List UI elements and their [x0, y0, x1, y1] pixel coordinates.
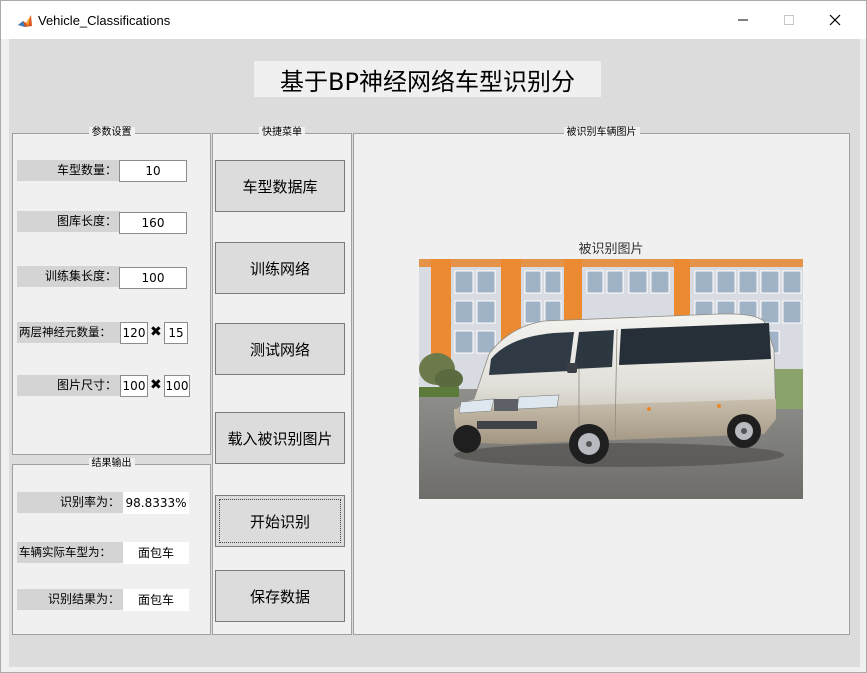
figure-area: 基于BP神经网络车型识别分 参数设置 车型数量： 10 图库长度： 160 训练…: [9, 39, 860, 667]
training-length-input[interactable]: 100: [119, 267, 187, 289]
page-title: 基于BP神经网络车型识别分: [254, 61, 601, 97]
image-width-input[interactable]: 100: [120, 375, 148, 397]
actual-type-label: 车辆实际车型为：: [17, 542, 123, 563]
vehicle-types-label: 车型数量：: [17, 160, 120, 181]
actual-type-value: 面包车: [123, 542, 189, 564]
training-length-label: 训练集长度：: [17, 266, 120, 287]
image-size-label: 图片尺寸：: [17, 375, 120, 396]
times-icon: ✖: [150, 377, 162, 393]
window-title: Vehicle_Classifications: [38, 13, 171, 28]
matlab-icon: [18, 15, 32, 27]
test-network-button[interactable]: 测试网络: [215, 323, 345, 375]
app-window: Vehicle_Classifications 基于BP神经网络车型识别分 参数…: [0, 0, 867, 673]
vehicle-database-button[interactable]: 车型数据库: [215, 160, 345, 212]
start-recognition-button[interactable]: 开始识别: [215, 495, 345, 547]
image-height-input[interactable]: 100: [164, 375, 190, 397]
result-type-value: 面包车: [123, 589, 189, 611]
times-icon: ✖: [150, 324, 162, 340]
minimize-icon: [738, 19, 748, 21]
load-image-button[interactable]: 载入被识别图片: [215, 412, 345, 464]
neurons-layer2-input[interactable]: 15: [164, 322, 188, 344]
maximize-icon: [784, 15, 794, 25]
title-bar: Vehicle_Classifications: [1, 1, 866, 39]
recognition-rate-label: 识别率为：: [17, 492, 123, 513]
results-panel-title: 结果输出: [88, 458, 135, 469]
vehicle-image: [419, 259, 803, 499]
params-panel-title: 参数设置: [88, 127, 135, 138]
neurons-label: 两层神经元数量：: [17, 322, 120, 343]
maximize-button[interactable]: [766, 1, 812, 39]
save-data-button[interactable]: 保存数据: [215, 570, 345, 622]
recognition-rate-value: 98.8333%: [123, 492, 189, 514]
vehicle-types-input[interactable]: 10: [119, 160, 187, 182]
image-panel-title: 被识别车辆图片: [563, 127, 640, 138]
params-panel: 参数设置 车型数量： 10 图库长度： 160 训练集长度： 100 两层神经元…: [12, 127, 211, 455]
axes-title: 被识别图片: [578, 242, 644, 257]
close-button[interactable]: [812, 1, 858, 39]
library-length-input[interactable]: 160: [119, 212, 187, 234]
neurons-layer1-input[interactable]: 120: [120, 322, 148, 344]
train-network-button[interactable]: 训练网络: [215, 242, 345, 294]
result-type-label: 识别结果为：: [17, 589, 123, 610]
close-icon: [829, 14, 841, 26]
minimize-button[interactable]: [720, 1, 766, 39]
library-length-label: 图库长度：: [17, 211, 120, 232]
menu-panel-title: 快捷菜单: [259, 127, 305, 138]
results-panel: 结果输出 识别率为： 98.8333% 车辆实际车型为： 面包车 识别结果为： …: [12, 458, 211, 635]
